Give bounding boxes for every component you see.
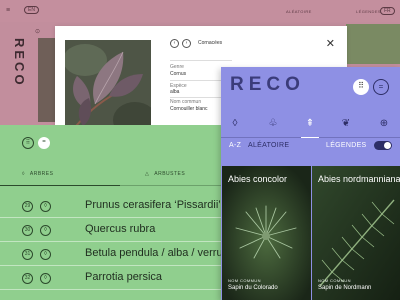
table-row[interactable]: 31 ◊ Betula pendula / alba / verrucosa	[0, 242, 246, 266]
row-number: 30	[22, 225, 33, 236]
common-name-key: Nom commun	[170, 99, 202, 105]
category-trees-label: ARBRES	[29, 171, 54, 177]
random-button[interactable]: ALÉATOIRE	[248, 142, 289, 149]
back-filter-icon[interactable]: ⊙	[35, 28, 40, 35]
tree-name: Quercus rubra	[85, 223, 156, 235]
detail-photo	[65, 40, 151, 136]
category-shrubs-label: ARBUSTES	[154, 171, 186, 177]
toggle-knob	[384, 142, 391, 149]
leaf-icon: ◊	[40, 273, 51, 284]
leaf-icon[interactable]: ◊	[228, 118, 242, 129]
category-trees[interactable]: ◊ ARBRES	[22, 171, 53, 177]
filter-active-indicator	[301, 137, 319, 138]
leaf-icon: ◊	[40, 249, 51, 260]
language-toggle-right[interactable]: FR	[380, 7, 395, 15]
species-name: Abies concolor	[228, 174, 288, 184]
table-row[interactable]: 32 ◊ Parrotia persica	[0, 266, 232, 290]
species-card[interactable]: Abies concolor NOM COMMUN Sapin du Color…	[222, 166, 311, 300]
legends-toggle[interactable]	[374, 141, 392, 150]
table-row[interactable]: 29 ◊ Prunus cerasifera ‘Pissardii’	[0, 194, 232, 218]
tree-name: Parrotia persica	[85, 271, 163, 283]
prev-leaf-button[interactable]: ‹	[170, 39, 179, 48]
category-shrubs[interactable]: △ ARBUSTES	[145, 171, 185, 177]
species-name: Abies nordmanniana	[318, 174, 400, 184]
common-name-value: Cornouiller blanc	[170, 106, 208, 112]
row-number: 32	[22, 273, 33, 284]
hamburger-icon[interactable]: ≡	[6, 7, 10, 14]
back-header-random-link[interactable]: ALÉATOIRE	[286, 9, 312, 14]
add-icon[interactable]: ⊕	[377, 118, 391, 129]
language-toggle-left[interactable]: EN	[24, 6, 39, 14]
tree-icon[interactable]: ♧	[266, 118, 280, 129]
leaf-icon: ◊	[40, 225, 51, 236]
front-browse-panel: RECO ⠿ = ◊ ♧ ⇞ ❦ ⊕ A-Z ALÉATOIRE LÉGENDE…	[221, 67, 400, 300]
common-name-value: Sapin du Colorado	[228, 285, 278, 291]
species-value: alba	[170, 89, 180, 95]
tree-name: Prunus cerasifera ‘Pissardii’	[85, 199, 221, 211]
list-view-button[interactable]: =	[373, 79, 389, 95]
leaf-photo-illustration	[65, 40, 151, 136]
common-name-value: Sapin de Nordmann	[318, 285, 372, 291]
back-brand-vertical: RECO	[12, 38, 27, 88]
close-icon[interactable]: ✕	[326, 37, 335, 50]
common-name-key: NOM COMMUN	[228, 278, 261, 283]
back-photo-thumb	[346, 24, 400, 64]
conifer-icon[interactable]: ⇞	[303, 118, 317, 129]
herb-icon[interactable]: ❦	[339, 118, 353, 129]
genus-value: Cornus	[170, 71, 187, 77]
genus-key: Genre	[170, 64, 184, 70]
common-name-key: NOM COMMUN	[318, 278, 351, 283]
grid-view-button[interactable]: ⠿	[353, 79, 369, 95]
detail-divider	[170, 60, 232, 61]
category-active-indicator	[0, 185, 120, 186]
shrub-icon: △	[145, 171, 150, 177]
leaf-icon: ◊	[40, 201, 51, 212]
leaf-icon: ◊	[22, 171, 25, 177]
row-number: 31	[22, 249, 33, 260]
next-leaf-button[interactable]: ›	[182, 39, 191, 48]
species-card[interactable]: Abies nordmanniana NOM COMMUN Sapin de N…	[312, 166, 400, 300]
legends-label: LÉGENDES	[326, 142, 367, 149]
sort-az-button[interactable]: A-Z	[229, 142, 241, 149]
row-number: 29	[22, 201, 33, 212]
list-view-button[interactable]: =	[38, 137, 50, 149]
app-logo: RECO	[230, 74, 305, 95]
back-header-bar: ≡ EN ALÉATOIRE LÉGENDES FR	[0, 0, 400, 22]
family-breadcrumb: Cornacées	[198, 40, 223, 46]
back-header-legends-link[interactable]: LÉGENDES	[356, 9, 381, 14]
grid-view-button[interactable]: ⠿	[22, 137, 34, 149]
table-row[interactable]: 30 ◊ Quercus rubra	[0, 218, 232, 242]
